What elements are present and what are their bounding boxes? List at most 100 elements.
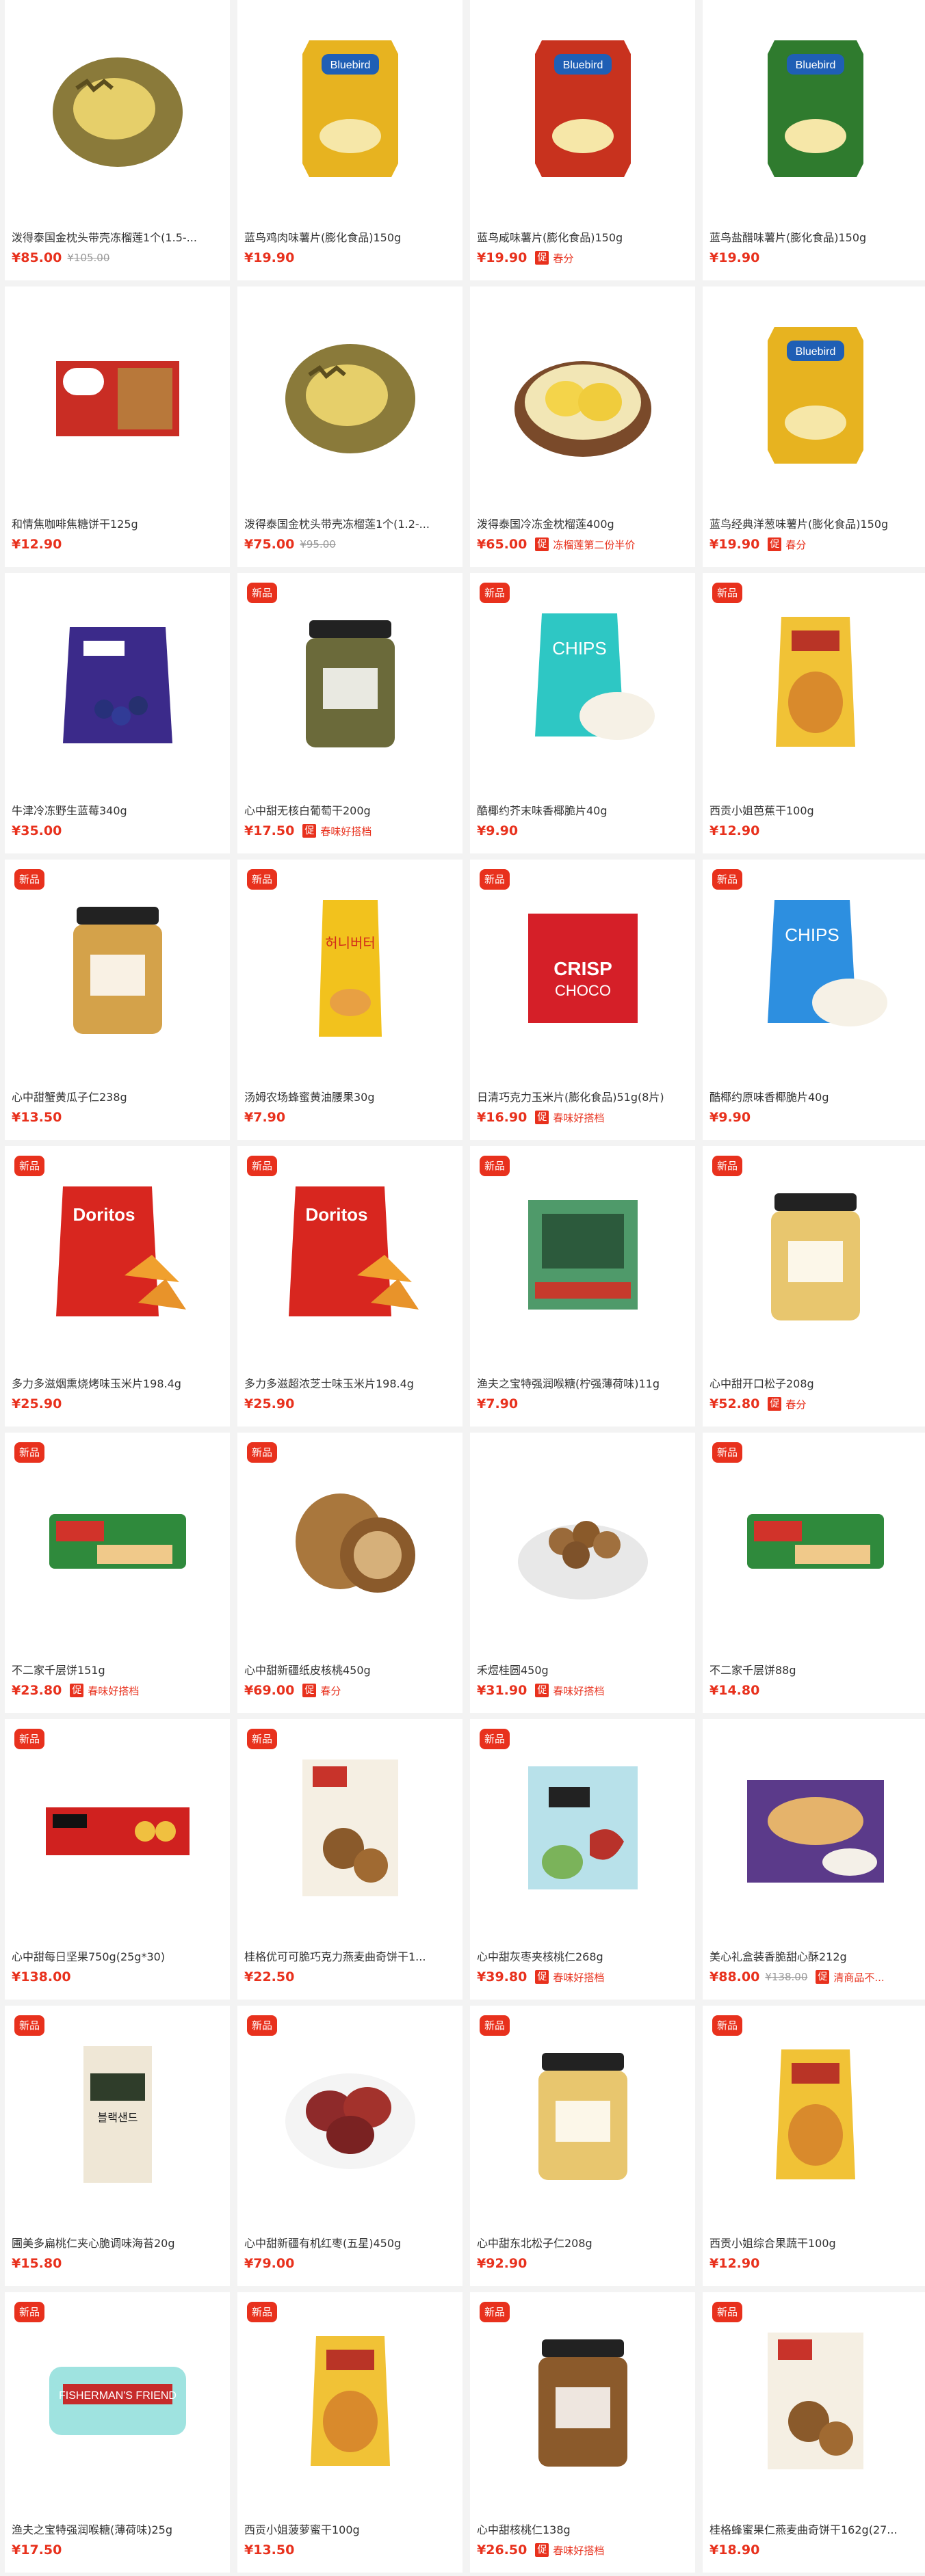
nut-box-red-icon[interactable] bbox=[28, 1738, 207, 1917]
product-card[interactable]: 泼得泰国金枕头带壳冻榴莲1个(1.2-... ¥75.00 ¥95.00 bbox=[237, 287, 462, 567]
product-card[interactable]: 新品 渔夫之宝特强润喉糖(柠强薄荷味)11g ¥7.90 bbox=[470, 1146, 695, 1426]
biscuit-pack-icon[interactable] bbox=[28, 306, 207, 485]
mixed-fruit-bag-icon[interactable] bbox=[726, 2025, 905, 2204]
product-card[interactable]: 新品 西贡小姐芭蕉干100g ¥12.90 bbox=[703, 573, 925, 853]
promo-text[interactable]: 清商品不... bbox=[833, 1970, 884, 1984]
product-name[interactable]: 泼得泰国冷冻金枕榴莲400g bbox=[477, 515, 690, 531]
product-card[interactable]: 新品 CHIPS 酷椰约芥末味香椰脆片40g ¥9.90 bbox=[470, 573, 695, 853]
product-name[interactable]: 心中甜新疆纸皮核桃450g bbox=[244, 1661, 457, 1677]
chips-bag-yellow-icon[interactable]: Bluebird bbox=[261, 19, 440, 198]
seaweed-pack-icon[interactable]: 블랙샌드 bbox=[28, 2025, 207, 2204]
durian-whole-icon[interactable] bbox=[261, 306, 440, 485]
product-name[interactable]: 心中甜无核白葡萄干200g bbox=[244, 801, 457, 818]
product-card[interactable]: 美心礼盒装香脆甜心酥212g ¥88.00 ¥138.00 促 清商品不... bbox=[703, 1719, 925, 2000]
longan-bowl-icon[interactable] bbox=[493, 1452, 673, 1631]
doritos-bag-icon[interactable]: Doritos bbox=[261, 1165, 440, 1344]
product-name[interactable]: 心中甜每日坚果750g(25g*30) bbox=[12, 1948, 224, 1964]
product-card[interactable]: 新品 心中甜灰枣夹核桃仁268g ¥39.80 促 春味好搭档 bbox=[470, 1719, 695, 2000]
product-card[interactable]: 新品 心中甜新疆纸皮核桃450g ¥69.00 促 春分 bbox=[237, 1433, 462, 1713]
pie-pack-icon[interactable] bbox=[28, 1452, 207, 1631]
product-name[interactable]: 泼得泰国金枕头带壳冻榴莲1个(1.2-... bbox=[244, 515, 457, 531]
cookie-box-honey-icon[interactable] bbox=[726, 2311, 905, 2491]
product-name[interactable]: 不二家千层饼151g bbox=[12, 1661, 224, 1677]
product-card[interactable]: 新品 心中甜开口松子208g ¥52.80 促 春分 bbox=[703, 1146, 925, 1426]
product-name[interactable]: 心中甜开口松子208g bbox=[709, 1375, 922, 1391]
cookie-box-icon[interactable] bbox=[261, 1738, 440, 1917]
product-card[interactable]: 新品 Doritos 多力多滋烟熏烧烤味玉米片198.4g ¥25.90 bbox=[5, 1146, 230, 1426]
product-name[interactable]: 蓝鸟盐醋味薯片(膨化食品)150g bbox=[709, 228, 922, 245]
product-card[interactable]: 新品 心中甜东北松子仁208g ¥92.90 bbox=[470, 2006, 695, 2286]
promo-text[interactable]: 春味好搭档 bbox=[553, 1111, 604, 1125]
cashew-bag-icon[interactable]: 허니버터 bbox=[261, 879, 440, 1058]
product-card[interactable]: 新品 西贡小姐菠萝蜜干100g ¥13.50 bbox=[237, 2292, 462, 2573]
product-name[interactable]: 蓝鸟经典洋葱味薯片(膨化食品)150g bbox=[709, 515, 922, 531]
product-card[interactable]: 新品 心中甜每日坚果750g(25g*30) ¥138.00 bbox=[5, 1719, 230, 2000]
jar-raisin-icon[interactable] bbox=[261, 592, 440, 771]
product-card[interactable]: Bluebird 蓝鸟咸味薯片(膨化食品)150g ¥19.90 促 春分 bbox=[470, 0, 695, 280]
product-name[interactable]: 心中甜东北松子仁208g bbox=[477, 2234, 690, 2250]
product-name[interactable]: 蓝鸟鸡肉味薯片(膨化食品)150g bbox=[244, 228, 457, 245]
product-card[interactable]: Bluebird 蓝鸟盐醋味薯片(膨化食品)150g ¥19.90 bbox=[703, 0, 925, 280]
product-card[interactable]: 新品 不二家千层饼88g ¥14.80 bbox=[703, 1433, 925, 1713]
product-card[interactable]: 新品 心中甜新疆有机红枣(五星)450g ¥79.00 bbox=[237, 2006, 462, 2286]
durian-whole-icon[interactable] bbox=[28, 19, 207, 198]
product-card[interactable]: Bluebird 蓝鸟经典洋葱味薯片(膨化食品)150g ¥19.90 促 春分 bbox=[703, 287, 925, 567]
palmier-box-icon[interactable] bbox=[726, 1738, 905, 1917]
product-card[interactable]: 新品 블랙샌드 圃美多扁桃仁夹心脆调味海苔20g ¥15.80 bbox=[5, 2006, 230, 2286]
product-card[interactable]: 新品 桂格蜂蜜果仁燕麦曲奇饼干162g(27... ¥18.90 bbox=[703, 2292, 925, 2573]
mint-pack-green-icon[interactable] bbox=[493, 1165, 673, 1344]
product-name[interactable]: 心中甜灰枣夹核桃仁268g bbox=[477, 1948, 690, 1964]
doritos-bag-icon[interactable]: Doritos bbox=[28, 1165, 207, 1344]
product-name[interactable]: 桂格蜂蜜果仁燕麦曲奇饼干162g(27... bbox=[709, 2521, 922, 2537]
blueberry-bag-icon[interactable] bbox=[28, 592, 207, 771]
date-walnut-bag-icon[interactable] bbox=[493, 1738, 673, 1917]
product-card[interactable]: 新品 Doritos 多力多滋超浓芝士味玉米片198.4g ¥25.90 bbox=[237, 1146, 462, 1426]
pie-pack-icon[interactable] bbox=[726, 1452, 905, 1631]
jar-seed-icon[interactable] bbox=[28, 879, 207, 1058]
product-name[interactable]: 酷椰约芥末味香椰脆片40g bbox=[477, 801, 690, 818]
jar-pinenut-kernel-icon[interactable] bbox=[493, 2025, 673, 2204]
coconut-chips-green-icon[interactable]: CHIPS bbox=[493, 592, 673, 771]
walnut-icon[interactable] bbox=[261, 1452, 440, 1631]
product-card[interactable]: 禾煜桂圆450g ¥31.90 促 春味好搭档 bbox=[470, 1433, 695, 1713]
product-card[interactable]: 和情焦咖啡焦糖饼干125g ¥12.90 bbox=[5, 287, 230, 567]
product-name[interactable]: 心中甜核桃仁138g bbox=[477, 2521, 690, 2537]
chips-bag-yellow-icon[interactable]: Bluebird bbox=[726, 306, 905, 485]
product-name[interactable]: 蓝鸟咸味薯片(膨化食品)150g bbox=[477, 228, 690, 245]
product-name[interactable]: 和情焦咖啡焦糖饼干125g bbox=[12, 515, 224, 531]
product-name[interactable]: 酷椰约原味香椰脆片40g bbox=[709, 1088, 922, 1104]
durian-flesh-bowl-icon[interactable] bbox=[493, 306, 673, 485]
product-card[interactable]: 新品 CRISP CHOCO 日清巧克力玉米片(膨化食品)51g(8片) ¥16.… bbox=[470, 860, 695, 1140]
product-card[interactable]: 新品 FISHERMAN'S FRIEND 渔夫之宝特强润喉糖(薄荷味)25g … bbox=[5, 2292, 230, 2573]
product-name[interactable]: 汤姆农场蜂蜜黄油腰果30g bbox=[244, 1088, 457, 1104]
coconut-chips-blue-icon[interactable]: CHIPS bbox=[726, 879, 905, 1058]
promo-text[interactable]: 冻榴莲第二份半价 bbox=[553, 537, 635, 552]
product-name[interactable]: 日清巧克力玉米片(膨化食品)51g(8片) bbox=[477, 1088, 690, 1104]
product-card[interactable]: 泼得泰国冷冻金枕榴莲400g ¥65.00 促 冻榴莲第二份半价 bbox=[470, 287, 695, 567]
promo-text[interactable]: 春味好搭档 bbox=[553, 1684, 604, 1698]
promo-text[interactable]: 春分 bbox=[320, 1684, 341, 1698]
product-name[interactable]: 渔夫之宝特强润喉糖(柠强薄荷味)11g bbox=[477, 1375, 690, 1391]
product-card[interactable]: 新品 西贡小姐综合果蔬干100g ¥12.90 bbox=[703, 2006, 925, 2286]
product-name[interactable]: 不二家千层饼88g bbox=[709, 1661, 922, 1677]
product-name[interactable]: 多力多滋超浓芝士味玉米片198.4g bbox=[244, 1375, 457, 1391]
product-name[interactable]: 圃美多扁桃仁夹心脆调味海苔20g bbox=[12, 2234, 224, 2250]
promo-text[interactable]: 春味好搭档 bbox=[553, 1970, 604, 1984]
product-name[interactable]: 牛津冷冻野生蓝莓340g bbox=[12, 801, 224, 818]
product-card[interactable]: 新品 心中甜无核白葡萄干200g ¥17.50 促 春味好搭档 bbox=[237, 573, 462, 853]
product-name[interactable]: 多力多滋烟熏烧烤味玉米片198.4g bbox=[12, 1375, 224, 1391]
promo-text[interactable]: 春分 bbox=[785, 1397, 806, 1411]
product-name[interactable]: 心中甜新疆有机红枣(五星)450g bbox=[244, 2234, 457, 2250]
product-name[interactable]: 西贡小姐综合果蔬干100g bbox=[709, 2234, 922, 2250]
product-card[interactable]: 新品 心中甜蟹黄瓜子仁238g ¥13.50 bbox=[5, 860, 230, 1140]
product-name[interactable]: 西贡小姐芭蕉干100g bbox=[709, 801, 922, 818]
product-card[interactable]: 新品 桂格优可可脆巧克力燕麦曲奇饼干1... ¥22.50 bbox=[237, 1719, 462, 2000]
product-card[interactable]: 牛津冷冻野生蓝莓340g ¥35.00 bbox=[5, 573, 230, 853]
promo-text[interactable]: 春味好搭档 bbox=[88, 1684, 139, 1698]
promo-text[interactable]: 春分 bbox=[553, 251, 573, 265]
promo-text[interactable]: 春分 bbox=[785, 537, 806, 552]
product-card[interactable]: 新品 CHIPS 酷椰约原味香椰脆片40g ¥9.90 bbox=[703, 860, 925, 1140]
banana-dried-bag-icon[interactable] bbox=[726, 592, 905, 771]
chips-bag-red-icon[interactable]: Bluebird bbox=[493, 19, 673, 198]
product-name[interactable]: 泼得泰国金枕头带壳冻榴莲1个(1.5-... bbox=[12, 228, 224, 245]
